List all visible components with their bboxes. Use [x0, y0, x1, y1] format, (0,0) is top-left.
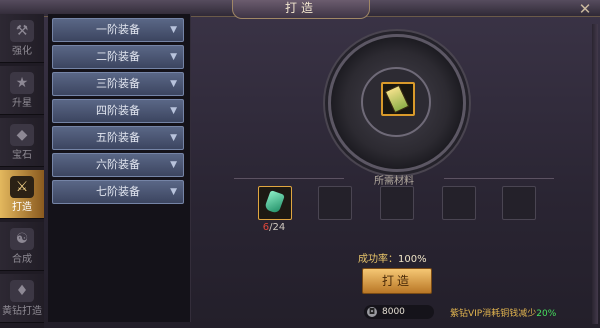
copper-coin-icon: ◘	[367, 307, 377, 317]
tab-star-up[interactable]: ★ 升星	[0, 66, 44, 115]
expand-arrow-icon: ▼	[170, 160, 177, 170]
materials-header: 所需材料	[374, 176, 414, 187]
tier-label: 一阶装备	[96, 23, 140, 36]
tab-gem[interactable]: ◆ 宝石	[0, 118, 44, 167]
tier-item-6[interactable]: 六阶装备 ▼	[52, 153, 184, 177]
tab-synthesis[interactable]: ☯ 合成	[0, 222, 44, 271]
expand-arrow-icon: ▼	[170, 106, 177, 116]
divider	[444, 178, 554, 179]
diamond-icon: ♦	[10, 280, 34, 302]
expand-arrow-icon: ▼	[170, 79, 177, 89]
tier-item-3[interactable]: 三阶装备 ▼	[52, 72, 184, 96]
forge-window: 打造 ✕ ⚒ 强化 ★ 升星 ◆ 宝石 ⚔ 打造 ☯ 合成 ♦ 黄钻打造 一阶装…	[0, 0, 600, 328]
material-slot-5[interactable]	[502, 186, 536, 220]
success-rate: 成功率：100%	[358, 250, 438, 265]
star-icon: ★	[10, 72, 34, 94]
scroll-item-icon	[384, 84, 410, 114]
forge-button[interactable]: 打造	[362, 268, 432, 294]
synthesis-icon: ☯	[10, 228, 34, 250]
tab-diamond-forge[interactable]: ♦ 黄钻打造	[0, 274, 44, 323]
tier-label: 七阶装备	[96, 185, 140, 198]
expand-arrow-icon: ▼	[170, 25, 177, 35]
material-count: 6/24	[257, 222, 291, 233]
expand-arrow-icon: ▼	[170, 52, 177, 62]
close-icon[interactable]: ✕	[574, 0, 596, 20]
tier-item-2[interactable]: 二阶装备 ▼	[52, 45, 184, 69]
forge-main-area: 所需材料 6/24 成功率：100% 打造 ◘ 8000 紫钻VIP消耗铜钱减少…	[194, 18, 594, 328]
tier-label: 六阶装备	[96, 158, 140, 171]
tier-item-7[interactable]: 七阶装备 ▼	[52, 180, 184, 204]
enhance-icon: ⚒	[10, 20, 34, 42]
target-item-slot[interactable]	[381, 82, 415, 116]
tier-item-4[interactable]: 四阶装备 ▼	[52, 99, 184, 123]
tier-label: 四阶装备	[96, 104, 140, 117]
material-slot-4[interactable]	[442, 186, 476, 220]
tab-label: 升星	[12, 98, 32, 109]
tier-label: 三阶装备	[96, 77, 140, 90]
tab-label: 合成	[12, 254, 32, 265]
expand-arrow-icon: ▼	[170, 133, 177, 143]
success-rate-label: 成功率：	[358, 254, 398, 265]
cost-display: ◘ 8000	[364, 305, 434, 319]
vip-discount-note: 紫钻VIP消耗铜钱减少20%	[450, 306, 556, 319]
forge-circle	[328, 34, 466, 172]
gem-icon: ◆	[10, 124, 34, 146]
tier-item-5[interactable]: 五阶装备 ▼	[52, 126, 184, 150]
material-count-total: /24	[269, 222, 286, 233]
function-tabs: ⚒ 强化 ★ 升星 ◆ 宝石 ⚔ 打造 ☯ 合成 ♦ 黄钻打造	[0, 14, 44, 328]
tier-label: 五阶装备	[96, 131, 140, 144]
material-slot-1[interactable]	[258, 186, 292, 220]
window-title: 打造	[232, 0, 370, 19]
cost-amount: 8000	[382, 307, 405, 317]
tab-label: 强化	[12, 46, 32, 57]
tab-forge[interactable]: ⚔ 打造	[0, 170, 44, 219]
anvil-icon: ⚔	[10, 176, 34, 198]
success-rate-value: 100%	[398, 254, 427, 265]
tab-label: 宝石	[12, 150, 32, 161]
divider	[234, 178, 344, 179]
tab-enhance[interactable]: ⚒ 强化	[0, 14, 44, 63]
material-slot-2[interactable]	[318, 186, 352, 220]
tier-label: 二阶装备	[96, 50, 140, 63]
tier-item-1[interactable]: 一阶装备 ▼	[52, 18, 184, 42]
green-gem-icon	[264, 190, 285, 214]
tab-label: 打造	[12, 202, 32, 213]
material-slot-3[interactable]	[380, 186, 414, 220]
tab-label: 黄钻打造	[2, 306, 42, 317]
equipment-tier-list: 一阶装备 ▼ 二阶装备 ▼ 三阶装备 ▼ 四阶装备 ▼ 五阶装备 ▼ 六阶装备 …	[48, 14, 191, 322]
vip-discount-text: 紫钻VIP消耗铜钱减少	[450, 309, 537, 319]
vip-discount-percent: 20%	[536, 309, 557, 319]
expand-arrow-icon: ▼	[170, 187, 177, 197]
